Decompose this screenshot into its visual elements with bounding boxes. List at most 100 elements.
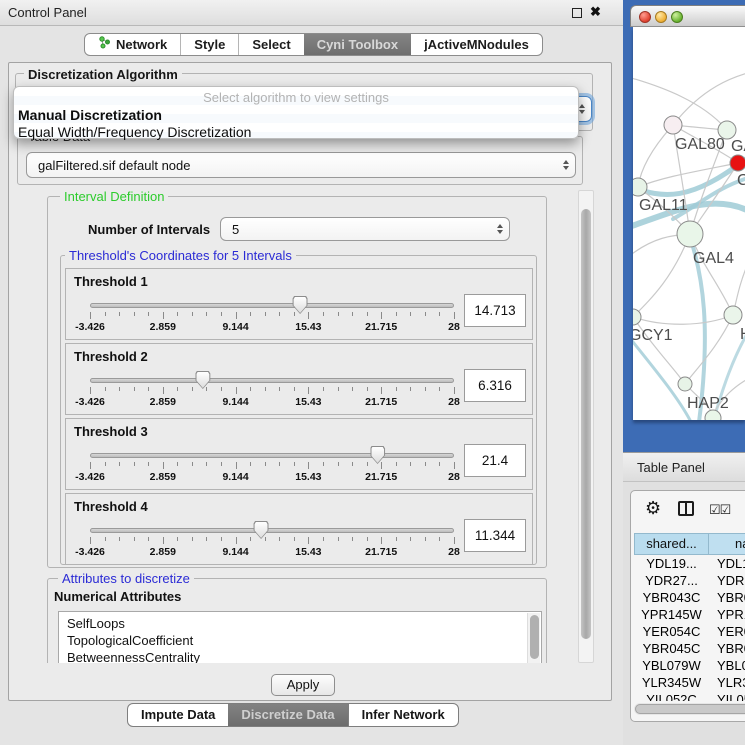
network-node[interactable]: [678, 377, 692, 391]
threshold-value-field[interactable]: 21.4: [464, 444, 526, 477]
checkbox-icons[interactable]: ☑☑: [709, 502, 730, 518]
attributes-legend: Attributes to discretize: [58, 571, 194, 586]
dropdown-hint: Select algorithm to view settings: [14, 90, 578, 105]
threshold-value-field[interactable]: 14.713: [464, 294, 526, 327]
network-node-label: HAP2: [687, 395, 729, 412]
table-row[interactable]: YER054CYER054C: [634, 623, 745, 640]
threshold-slider[interactable]: -3.4262.8599.14415.4321.71528: [90, 520, 454, 562]
bottom-tab-bar: Impute Data Discretize Data Infer Networ…: [127, 703, 459, 727]
network-node[interactable]: [724, 306, 742, 324]
network-node[interactable]: [677, 221, 703, 247]
table-row[interactable]: YIL052CYIL052C: [634, 691, 745, 701]
tab-discretize-data[interactable]: Discretize Data: [228, 704, 347, 726]
cell-name: YPR145W: [709, 606, 745, 623]
tab-network-label: Network: [116, 34, 167, 55]
attribute-list-item[interactable]: SelfLoops: [59, 615, 541, 632]
dropdown-option-equal-width[interactable]: Equal Width/Frequency Discretization: [18, 124, 251, 140]
list-scrollbar[interactable]: [527, 613, 540, 663]
split-table-icon[interactable]: [678, 501, 694, 516]
slider-track[interactable]: [90, 303, 454, 308]
network-node-label: GAL11: [639, 197, 688, 214]
tab-network[interactable]: Network: [85, 34, 180, 55]
cell-shared-name: YIL052C: [634, 691, 709, 701]
node-table-container: ⚙ ☑☑ shared... name YDL19...YDL19...YDR2…: [630, 490, 745, 722]
tab-jactivemnodules[interactable]: jActiveMNodules: [411, 34, 542, 55]
table-data-combobox[interactable]: galFiltered.sif default node: [26, 152, 576, 178]
tab-cyni-toolbox[interactable]: Cyni Toolbox: [304, 34, 411, 55]
slider-ticks: [90, 537, 454, 545]
slider-ticks: [90, 387, 454, 395]
float-window-icon[interactable]: [572, 8, 582, 18]
interval-definition-group: Interval Definition Number of Intervals …: [47, 196, 547, 568]
cell-name: YBR043C: [709, 589, 745, 606]
attribute-list-item[interactable]: BetweennessCentrality: [59, 649, 541, 663]
settings-scrollbar[interactable]: [578, 190, 594, 663]
cell-name: YER054C: [709, 623, 745, 640]
thresholds-group: Threshold's Coordinates for 5 Intervals …: [60, 255, 537, 565]
threshold-row: Threshold 3 -3.4262.8599.14415.4321.71528…: [65, 418, 533, 490]
node-table-rows: YDL19...YDL19...YDR27...YDR27...YBR043CY…: [634, 555, 745, 701]
table-row[interactable]: YDL19...YDL19...: [634, 555, 745, 572]
column-header-shared-name[interactable]: shared...: [634, 533, 709, 555]
slider-track[interactable]: [90, 528, 454, 533]
zoom-traffic-light[interactable]: [671, 11, 683, 23]
slider-track[interactable]: [90, 453, 454, 458]
table-horizontal-scrollbar[interactable]: [634, 703, 745, 715]
table-row[interactable]: YLR345WYLR345W: [634, 674, 745, 691]
tab-impute-data[interactable]: Impute Data: [128, 704, 228, 726]
table-row[interactable]: YBR045CYBR045C: [634, 640, 745, 657]
network-node-label: GAL80: [675, 136, 725, 153]
table-row[interactable]: YPR145WYPR145W: [634, 606, 745, 623]
table-row[interactable]: YDR27...YDR27...: [634, 572, 745, 589]
network-node[interactable]: [664, 116, 682, 134]
cell-shared-name: YBR043C: [634, 589, 709, 606]
threshold-slider[interactable]: -3.4262.8599.14415.4321.71528: [90, 295, 454, 337]
attribute-list-item[interactable]: TopologicalCoefficient: [59, 632, 541, 649]
close-traffic-light[interactable]: [639, 11, 651, 23]
column-header-name[interactable]: name: [709, 533, 745, 555]
threshold-row: Threshold 4-3.4262.8599.14415.4321.71528…: [65, 493, 533, 565]
close-icon[interactable]: ✖: [590, 4, 601, 20]
tab-style[interactable]: Style: [180, 34, 238, 55]
threshold-slider[interactable]: -3.4262.8599.14415.4321.71528: [90, 370, 454, 412]
number-of-intervals-combobox[interactable]: 5: [220, 217, 510, 241]
number-of-intervals-value: 5: [221, 222, 491, 237]
threshold-value-field[interactable]: 6.316: [464, 369, 526, 402]
slider-scale-labels: -3.4262.8599.14415.4321.71528: [90, 321, 454, 333]
discretization-algorithm-legend: Discretization Algorithm: [24, 67, 182, 82]
slider-scale-labels: -3.4262.8599.14415.4321.71528: [90, 546, 454, 558]
threshold-label: Threshold 1: [74, 274, 148, 289]
table-row[interactable]: YBR043CYBR043C: [634, 589, 745, 606]
threshold-slider[interactable]: -3.4262.8599.14415.4321.71528: [90, 445, 454, 487]
slider-track[interactable]: [90, 378, 454, 383]
cell-shared-name: YDL19...: [634, 555, 709, 572]
settings-scrollbar-thumb[interactable]: [581, 209, 591, 639]
table-horizontal-scrollbar-thumb[interactable]: [635, 704, 745, 714]
control-panel-titlebar: Control Panel ✖: [0, 0, 623, 26]
tab-infer-network[interactable]: Infer Network: [348, 704, 458, 726]
dropdown-option-manual[interactable]: Manual Discretization: [18, 107, 162, 123]
cell-shared-name: YPR145W: [634, 606, 709, 623]
network-node[interactable]: [633, 309, 641, 325]
network-node[interactable]: [633, 178, 647, 196]
table-row[interactable]: YBL079WYBL079W: [634, 657, 745, 674]
gear-icon[interactable]: ⚙: [645, 499, 661, 517]
top-tab-bar: Network Style Select Cyni Toolbox jActiv…: [84, 33, 543, 56]
tab-select[interactable]: Select: [238, 34, 303, 55]
attributes-group: Attributes to discretize Numerical Attri…: [47, 578, 547, 663]
network-canvas[interactable]: GAL80GACGAL11GAL4GCY1HHAP2: [633, 27, 745, 420]
threshold-value-field[interactable]: 11.344: [464, 519, 526, 552]
list-scrollbar-thumb[interactable]: [530, 615, 539, 659]
numerical-attributes-list[interactable]: SelfLoopsTopologicalCoefficientBetweenne…: [58, 611, 542, 663]
network-node-label: GAL4: [693, 250, 734, 267]
network-node[interactable]: [730, 155, 745, 171]
network-node-label: GA: [731, 138, 745, 155]
threshold-label: Threshold 3: [74, 424, 148, 439]
table-panel-header: Table Panel: [623, 452, 745, 482]
numerical-attributes-label: Numerical Attributes: [54, 589, 181, 604]
apply-button[interactable]: Apply: [271, 674, 335, 696]
network-node[interactable]: [718, 121, 736, 139]
network-icon: [98, 34, 111, 55]
network-window-titlebar: [630, 5, 745, 27]
minimize-traffic-light[interactable]: [655, 11, 667, 23]
